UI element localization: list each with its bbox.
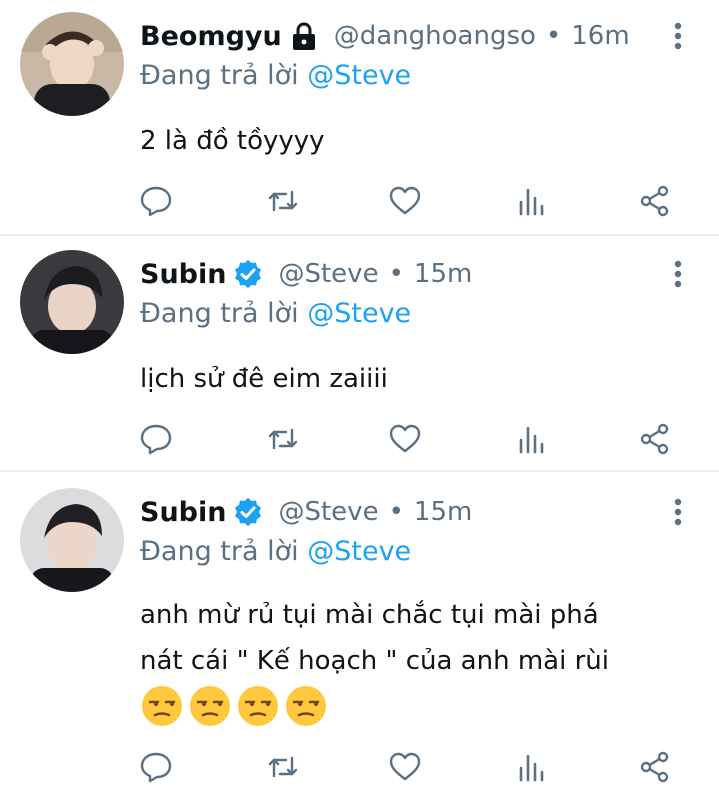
- display-name[interactable]: Beomgyu: [140, 21, 282, 52]
- timestamp[interactable]: 15m: [414, 497, 472, 527]
- unamused-face-emoji: [284, 684, 328, 728]
- retweet-icon[interactable]: [266, 184, 300, 218]
- tweet-text-line: 2 là đồ tồyyyy: [140, 126, 325, 156]
- emoji-row: [140, 684, 328, 728]
- tweet-text-line: anh mừ rủ tụi mài chắc tụi mài phá: [140, 600, 599, 630]
- replying-to: Đang trả lời @Steve: [140, 536, 411, 567]
- user-handle[interactable]: @Steve: [278, 259, 378, 289]
- tweet-1[interactable]: Beomgyu @danghoangso • 16m Đang trả lời …: [0, 0, 719, 236]
- tweet-text-line: nát cái " Kế hoạch " của anh mài rùi: [140, 646, 609, 676]
- unamused-face-emoji: [236, 684, 280, 728]
- mention-link[interactable]: @Steve: [307, 536, 411, 567]
- timestamp[interactable]: 16m: [571, 21, 629, 51]
- like-icon[interactable]: [388, 184, 422, 218]
- tweet-header: Subin @Steve • 15m: [140, 254, 472, 294]
- tweet-actions: [0, 422, 719, 462]
- like-icon[interactable]: [388, 422, 422, 456]
- unamused-face-emoji: [188, 684, 232, 728]
- display-name[interactable]: Subin: [140, 497, 226, 528]
- retweet-icon[interactable]: [266, 422, 300, 456]
- tweet-text: anh mừ rủ tụi mài chắc tụi mài phá nát c…: [140, 592, 609, 684]
- replying-to: Đang trả lời @Steve: [140, 60, 411, 91]
- reply-icon[interactable]: [139, 422, 173, 456]
- tweet-text: 2 là đồ tồyyyy: [140, 118, 325, 164]
- mention-link[interactable]: @Steve: [307, 60, 411, 91]
- more-options-icon[interactable]: [664, 254, 692, 294]
- tweet-header: Subin @Steve • 15m: [140, 492, 472, 532]
- verified-badge-icon: [232, 258, 264, 290]
- separator-dot: •: [388, 497, 404, 527]
- lock-icon: [288, 20, 320, 52]
- tweet-actions: [0, 750, 719, 790]
- user-handle[interactable]: @Steve: [278, 497, 378, 527]
- analytics-icon[interactable]: [515, 750, 549, 784]
- replying-to-label: Đang trả lời: [140, 536, 299, 567]
- unamused-face-emoji: [140, 684, 184, 728]
- tweet-text-line: lịch sử đê eim zaiiii: [140, 364, 388, 394]
- analytics-icon[interactable]: [515, 422, 549, 456]
- reply-icon[interactable]: [139, 750, 173, 784]
- tweet-2[interactable]: Subin @Steve • 15m Đang trả lời @Steve l…: [0, 236, 719, 471]
- tweet-actions: [0, 184, 719, 224]
- display-name[interactable]: Subin: [140, 259, 226, 290]
- tweet-header: Beomgyu @danghoangso • 16m: [140, 16, 630, 56]
- tweet-3[interactable]: Subin @Steve • 15m Đang trả lời @Steve a…: [0, 472, 719, 792]
- reply-icon[interactable]: [139, 184, 173, 218]
- mention-link[interactable]: @Steve: [307, 298, 411, 329]
- timestamp[interactable]: 15m: [414, 259, 472, 289]
- share-icon[interactable]: [638, 750, 672, 784]
- retweet-icon[interactable]: [266, 750, 300, 784]
- separator-dot: •: [545, 21, 562, 51]
- separator-dot: •: [388, 259, 404, 289]
- analytics-icon[interactable]: [515, 184, 549, 218]
- replying-to-label: Đang trả lời: [140, 60, 299, 91]
- avatar[interactable]: [20, 12, 124, 116]
- more-options-icon[interactable]: [664, 492, 692, 532]
- avatar[interactable]: [20, 250, 124, 354]
- tweet-text: lịch sử đê eim zaiiii: [140, 356, 388, 402]
- avatar[interactable]: [20, 488, 124, 592]
- like-icon[interactable]: [388, 750, 422, 784]
- replying-to: Đang trả lời @Steve: [140, 298, 411, 329]
- more-options-icon[interactable]: [664, 16, 692, 56]
- replying-to-label: Đang trả lời: [140, 298, 299, 329]
- user-handle[interactable]: @danghoangso: [334, 21, 536, 51]
- share-icon[interactable]: [638, 184, 672, 218]
- share-icon[interactable]: [638, 422, 672, 456]
- verified-badge-icon: [232, 496, 264, 528]
